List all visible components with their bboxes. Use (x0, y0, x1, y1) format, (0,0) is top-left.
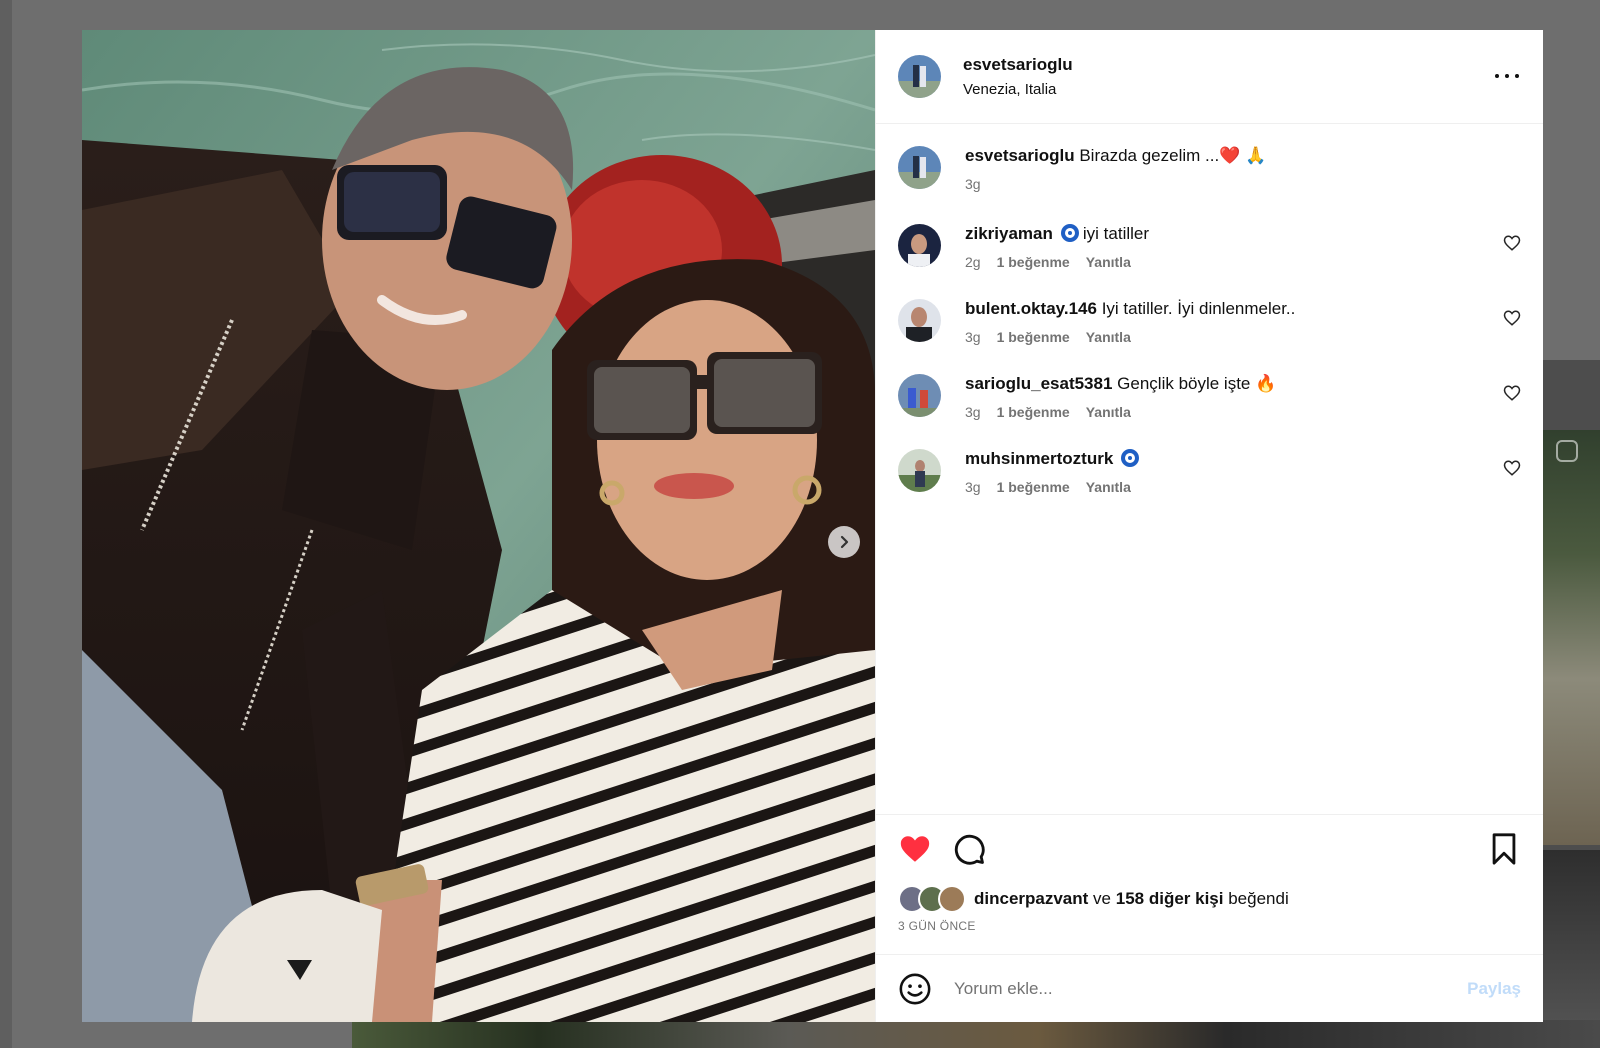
post-caption: esvetsarioglu Birazda gezelim ...❤️ 🙏 3g (898, 144, 1521, 192)
comment-likes[interactable]: 1 beğenme (997, 404, 1070, 420)
share-button[interactable]: Paylaş (1467, 979, 1521, 999)
more-icon-dot (1505, 74, 1509, 78)
post-actions: dincerpazvant ve 158 diğer kişi beğendi … (876, 814, 1543, 954)
comment-time[interactable]: 3g (965, 329, 981, 345)
comment-username[interactable]: zikriyaman (965, 224, 1053, 243)
comment-item: zikriyaman iyi tatiller 2g 1 beğenme Yanı… (898, 222, 1521, 270)
background-reel-thumbnail (1542, 850, 1600, 1048)
comment-text: iyi tatiller (1082, 224, 1150, 243)
comment-username[interactable]: bulent.oktay.146 (965, 299, 1097, 318)
avatar (938, 885, 966, 913)
caption-emojis: ❤️ 🙏 (1219, 146, 1267, 165)
likes-connector: ve (1093, 889, 1112, 908)
likes-suffix: beğendi (1228, 889, 1289, 908)
more-options-button[interactable] (1495, 66, 1519, 86)
comment-time[interactable]: 3g (965, 404, 981, 420)
comment-composer: Paylaş (876, 954, 1543, 1022)
verified-badge-icon (1060, 224, 1079, 242)
background-thumbnails-row (352, 1020, 1600, 1048)
avatar[interactable] (898, 299, 941, 342)
verified-badge-icon (1121, 449, 1140, 467)
comment-username[interactable]: muhsinmertozturk (965, 449, 1113, 468)
background-reel-thumbnail (1542, 430, 1600, 845)
comment-text: Gençlik böyle işte 🔥 (1117, 374, 1277, 393)
likes-summary: dincerpazvant ve 158 diğer kişi beğendi (898, 885, 1521, 913)
post-photo[interactable] (82, 30, 875, 1022)
caption-time[interactable]: 3g (965, 176, 981, 192)
comment-item: bulent.oktay.146 Iyi tatiller. İyi dinle… (898, 297, 1521, 345)
chevron-right-icon (840, 535, 849, 549)
post-modal: esvetsarioglu Venezia, Italia esvetsario… (82, 30, 1543, 1022)
comment-time[interactable]: 2g (965, 254, 981, 270)
avatar[interactable] (898, 146, 941, 189)
comment-input[interactable] (952, 977, 1468, 1000)
others-likes-count[interactable]: 158 diğer kişi (1116, 889, 1224, 909)
comment-text: Iyi tatiller. İyi dinlenmeler.. (1101, 299, 1296, 318)
post-photo-image (82, 30, 875, 1022)
avatar[interactable] (898, 55, 941, 98)
comments-list: esvetsarioglu Birazda gezelim ...❤️ 🙏 3g (876, 124, 1543, 814)
reply-button[interactable]: Yanıtla (1086, 329, 1131, 345)
avatar[interactable] (898, 449, 941, 492)
reply-button[interactable]: Yanıtla (1086, 254, 1131, 270)
avatar[interactable] (898, 374, 941, 417)
like-comment-heart-icon[interactable] (1503, 234, 1521, 252)
comment-likes[interactable]: 1 beğenme (997, 479, 1070, 495)
caption-username[interactable]: esvetsarioglu (965, 146, 1075, 165)
comment-item: sarioglu_esat5381 Gençlik böyle işte 🔥 3… (898, 372, 1521, 420)
caption-text: Birazda gezelim ... (1079, 146, 1220, 165)
more-icon-dot (1515, 74, 1519, 78)
like-comment-heart-icon[interactable] (1503, 459, 1521, 477)
avatar[interactable] (898, 224, 941, 267)
post-header: esvetsarioglu Venezia, Italia (876, 30, 1543, 124)
liker-avatars (898, 885, 966, 913)
next-photo-button[interactable] (828, 526, 860, 558)
reply-button[interactable]: Yanıtla (1086, 404, 1131, 420)
post-details-panel: esvetsarioglu Venezia, Italia esvetsario… (875, 30, 1543, 1022)
comment-icon[interactable] (952, 832, 986, 866)
comment-likes[interactable]: 1 beğenme (997, 254, 1070, 270)
post-location[interactable]: Venezia, Italia (963, 81, 1073, 98)
post-author-username[interactable]: esvetsarioglu (963, 55, 1073, 75)
comment-username[interactable]: sarioglu_esat5381 (965, 374, 1112, 393)
reply-button[interactable]: Yanıtla (1086, 479, 1131, 495)
background-reels-column (1542, 360, 1600, 1048)
reels-icon (1556, 440, 1578, 462)
comment-time[interactable]: 3g (965, 479, 981, 495)
like-comment-heart-icon[interactable] (1503, 309, 1521, 327)
post-time-ago[interactable]: 3 GÜN ÖNCE (898, 919, 1521, 933)
more-icon (1495, 74, 1499, 78)
comment-item: muhsinmertozturk 3g 1 beğenme Yanıtla (898, 447, 1521, 495)
liker-username[interactable]: dincerpazvant (974, 889, 1088, 909)
bookmark-icon[interactable] (1487, 832, 1521, 866)
comment-likes[interactable]: 1 beğenme (997, 329, 1070, 345)
like-comment-heart-icon[interactable] (1503, 384, 1521, 402)
emoji-icon[interactable] (898, 972, 932, 1006)
heart-icon[interactable] (898, 832, 932, 866)
